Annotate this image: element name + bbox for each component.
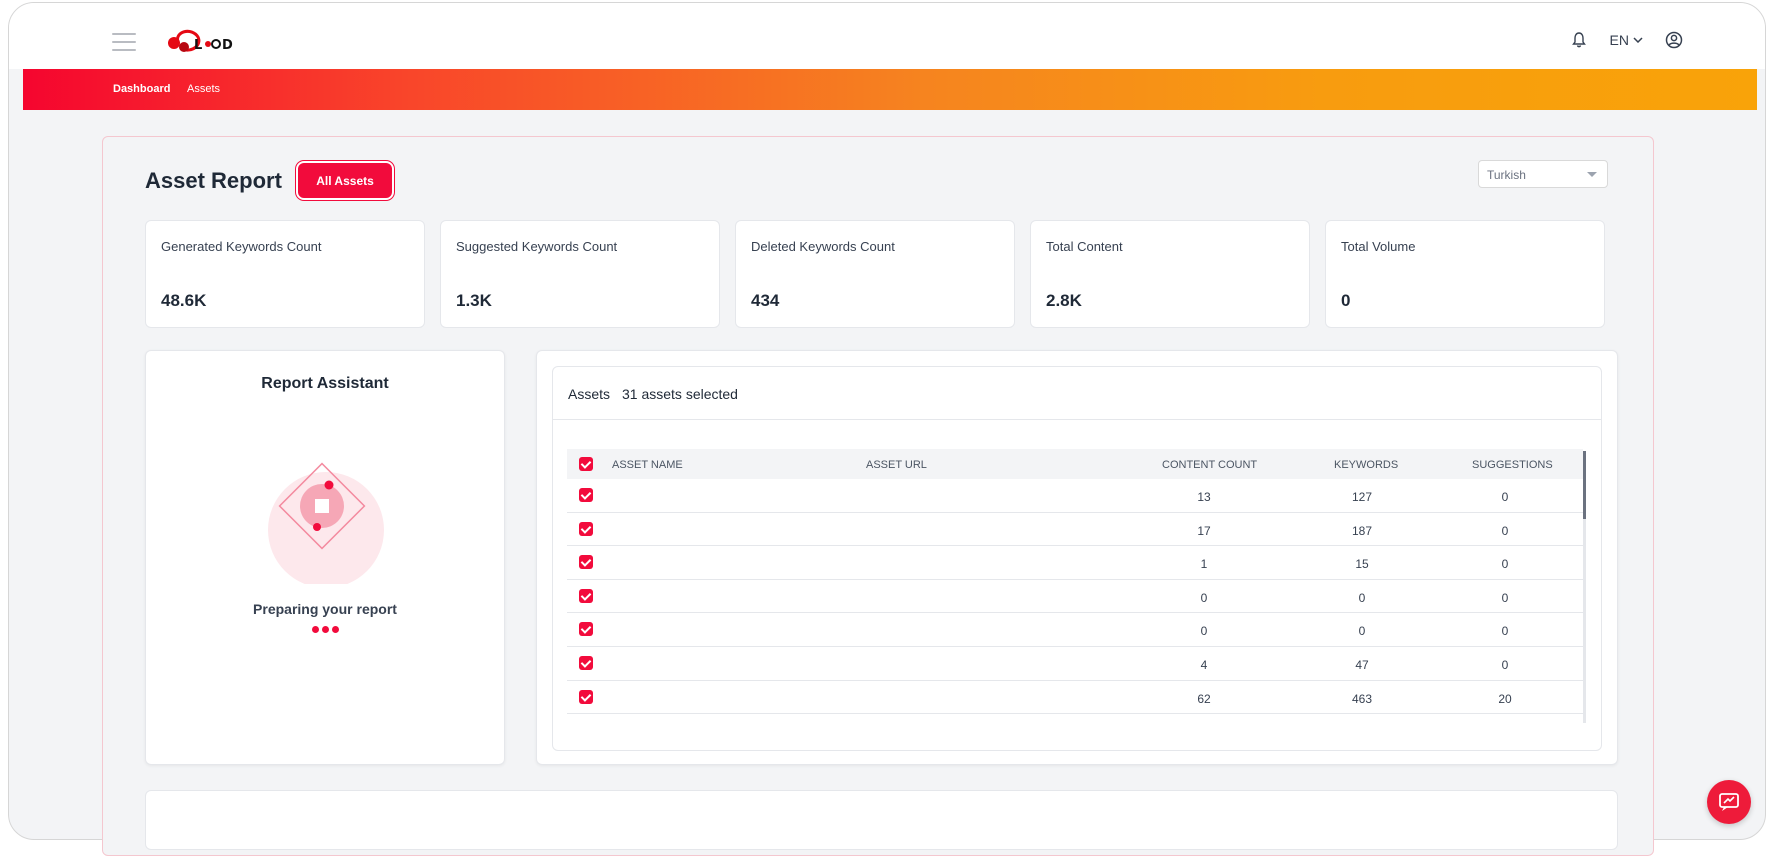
page-title: Asset Report: [145, 168, 282, 193]
brand-logo[interactable]: L D: [164, 23, 244, 59]
language-select[interactable]: Turkish: [1478, 160, 1608, 188]
all-assets-button[interactable]: All Assets: [298, 163, 392, 198]
suggestions-cell: 0: [1501, 557, 1509, 572]
row-checkbox[interactable]: [579, 488, 593, 502]
content-count-cell: 1: [1200, 557, 1208, 572]
next-section-card: [145, 790, 1618, 850]
stat-card-generated-keywords: Generated Keywords Count 48.6K: [145, 220, 425, 328]
content-count-cell: 0: [1200, 590, 1208, 605]
top-header: L D EN: [9, 3, 1765, 69]
stat-value: 2.8K: [1046, 291, 1082, 310]
row-checkbox[interactable]: [579, 689, 593, 704]
table-row[interactable]: 62 463 20: [567, 681, 1583, 715]
scrollbar-thumb[interactable]: [1583, 451, 1586, 519]
loading-dots: [146, 626, 504, 633]
keywords-cell: 15: [1355, 557, 1369, 572]
stat-label: Generated Keywords Count: [161, 239, 322, 254]
keywords-cell: 127: [1351, 490, 1373, 504]
language-select-value: Turkish: [1487, 168, 1526, 182]
row-checkbox[interactable]: [579, 655, 593, 670]
content-count-cell: 62: [1197, 691, 1211, 706]
report-assistant-panel: Report Assistant Preparing your report: [145, 350, 505, 765]
row-checkbox[interactable]: [579, 622, 593, 637]
chat-support-icon[interactable]: [1707, 780, 1751, 824]
stat-value: 0: [1341, 291, 1351, 310]
svg-text:L: L: [194, 38, 202, 53]
col-asset-name[interactable]: ASSET NAME: [612, 459, 683, 471]
stat-label: Deleted Keywords Count: [751, 239, 895, 254]
stat-card-total-volume: Total Volume 0: [1325, 220, 1605, 328]
stat-card-suggested-keywords: Suggested Keywords Count 1.3K: [440, 220, 720, 328]
col-asset-url[interactable]: ASSET URL: [866, 459, 927, 471]
keywords-cell: 187: [1351, 523, 1373, 538]
content-count-cell: 13: [1197, 490, 1211, 504]
stat-label: Suggested Keywords Count: [456, 239, 618, 254]
row-checkbox[interactable]: [579, 588, 593, 603]
assets-table: ASSET NAME ASSET URL CONTENT COUNT KEYWO…: [567, 449, 1583, 715]
table-row[interactable]: 13 127 0: [567, 479, 1583, 513]
content-count-cell: 17: [1197, 523, 1211, 538]
suggestions-cell: 0: [1501, 490, 1509, 504]
nav-item-dashboard[interactable]: Dashboard: [113, 83, 170, 95]
select-all-checkbox[interactable]: [579, 457, 593, 471]
assets-header: Assets 31 assets selected: [552, 366, 1602, 420]
caret-down-icon: [1587, 172, 1597, 177]
stat-label: Total Content: [1046, 239, 1123, 254]
keywords-cell: 463: [1351, 691, 1373, 706]
stat-value: 48.6K: [161, 291, 207, 310]
chevron-down-icon: [1633, 37, 1643, 43]
stat-value: 434: [751, 291, 780, 310]
suggestions-cell: 0: [1501, 657, 1509, 672]
keywords-cell: 0: [1358, 624, 1366, 639]
stat-card-total-content: Total Content 2.8K: [1030, 220, 1310, 328]
bell-icon[interactable]: [1568, 29, 1590, 51]
main-nav: Dashboard Assets: [23, 69, 1757, 110]
loading-dot: [321, 626, 329, 633]
keywords-cell: 47: [1355, 657, 1369, 672]
suggestions-cell: 20: [1498, 691, 1512, 706]
content-count-cell: 4: [1200, 657, 1208, 672]
language-label: EN: [1609, 32, 1629, 48]
assets-title: Assets: [568, 386, 611, 402]
stat-label: Total Volume: [1341, 239, 1416, 254]
row-checkbox[interactable]: [579, 555, 593, 570]
col-content-count[interactable]: CONTENT COUNT: [1162, 459, 1257, 471]
svg-text:D: D: [222, 38, 233, 53]
report-loading-icon: [268, 462, 384, 584]
suggestions-cell: 0: [1501, 590, 1509, 605]
assistant-status: Preparing your report: [253, 601, 397, 617]
user-circle-icon[interactable]: [1663, 29, 1685, 51]
content-count-cell: 0: [1200, 624, 1208, 639]
loading-dot: [331, 626, 339, 633]
language-switcher[interactable]: EN: [1610, 32, 1643, 48]
stat-card-deleted-keywords: Deleted Keywords Count 434: [735, 220, 1015, 328]
assistant-title: Report Assistant: [261, 375, 389, 392]
table-row[interactable]: 1 15 0: [567, 546, 1583, 580]
suggestions-cell: 0: [1501, 624, 1509, 639]
loading-dot: [311, 626, 319, 633]
table-row[interactable]: 17 187 0: [567, 513, 1583, 547]
table-row[interactable]: 0 0 0: [567, 613, 1583, 647]
col-keywords[interactable]: KEYWORDS: [1334, 459, 1398, 471]
keywords-cell: 0: [1358, 590, 1366, 605]
table-header: ASSET NAME ASSET URL CONTENT COUNT KEYWO…: [567, 449, 1583, 479]
suggestions-cell: 0: [1501, 523, 1509, 538]
assets-selected-count: 31 assets selected: [622, 386, 738, 402]
col-suggestions[interactable]: SUGGESTIONS: [1472, 459, 1553, 471]
table-row[interactable]: 4 47 0: [567, 647, 1583, 681]
row-checkbox[interactable]: [579, 521, 593, 536]
hamburger-icon[interactable]: [112, 33, 136, 51]
nav-item-assets[interactable]: Assets: [187, 83, 220, 95]
stat-value: 1.3K: [456, 291, 492, 310]
table-scrollbar[interactable]: [1583, 451, 1586, 723]
table-row[interactable]: 0 0 0: [567, 580, 1583, 614]
